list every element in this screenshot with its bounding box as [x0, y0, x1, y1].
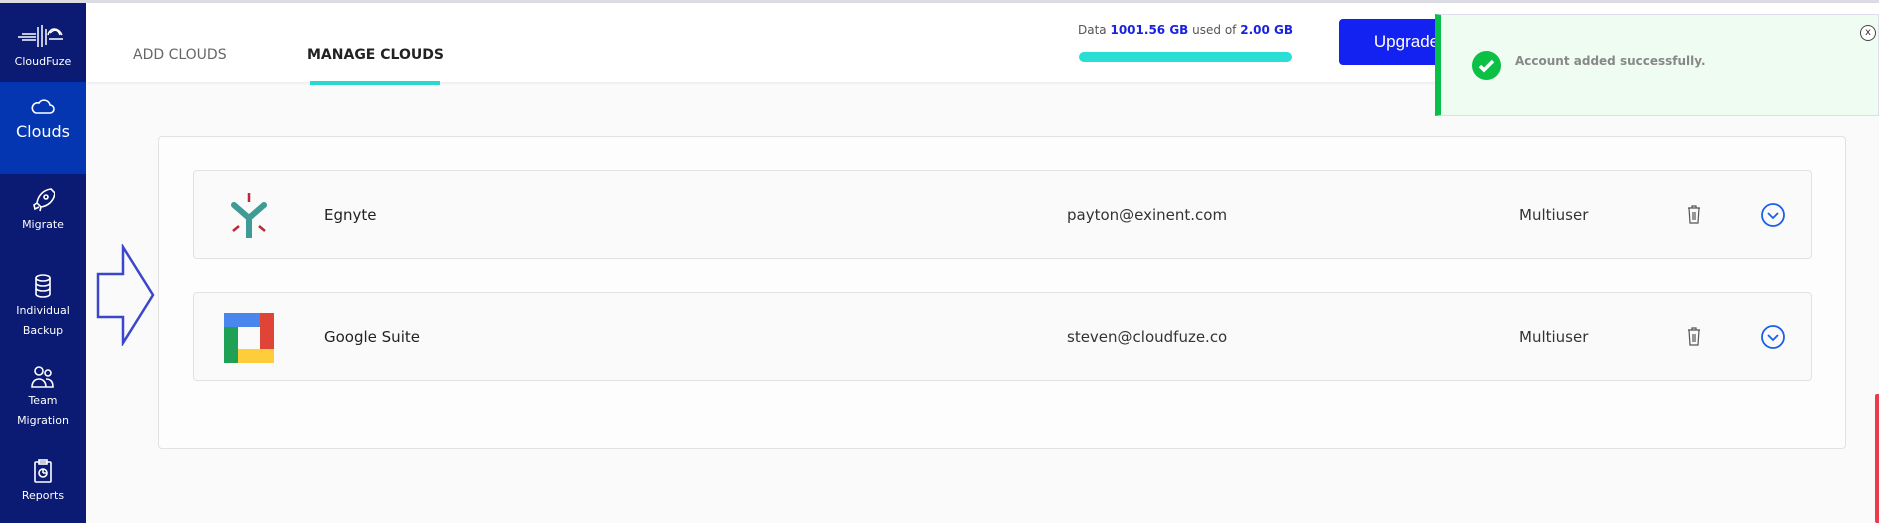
trash-icon[interactable] — [1686, 204, 1702, 224]
storage-usage: Data 1001.56 GB used of 2.00 GB — [1078, 23, 1294, 37]
upgrade-button[interactable]: Upgrade — [1339, 19, 1449, 65]
tab-add-clouds[interactable]: ADD CLOUDS — [133, 47, 227, 63]
tab-manage-clouds[interactable]: MANAGE CLOUDS — [307, 47, 444, 63]
google-suite-logo — [224, 313, 274, 363]
sidebar-item-label: Migration — [17, 414, 69, 427]
sidebar-item-label: Reports — [21, 489, 65, 502]
active-tab-indicator — [310, 81, 440, 85]
sidebar-item-individual-backup[interactable]: Individual Backup — [0, 273, 86, 341]
close-icon[interactable]: x — [1860, 25, 1876, 41]
total-amount: 2.00 GB — [1240, 23, 1294, 37]
feedback-tab[interactable] — [1875, 394, 1879, 523]
sidebar-item-label: Clouds — [15, 122, 71, 141]
cloud-email: payton@exinent.com — [1067, 206, 1228, 224]
trash-icon[interactable] — [1686, 326, 1702, 346]
cloudfuze-logo-icon — [18, 25, 63, 47]
cloud-row[interactable]: Egnyte payton@exinent.com Multiuser — [193, 170, 1812, 259]
users-icon — [31, 366, 54, 388]
chevron-down-circle-icon[interactable] — [1760, 202, 1786, 228]
sidebar-item-reports[interactable]: Reports — [0, 458, 86, 506]
sidebar-item-label: Migrate — [22, 218, 64, 231]
cloud-name: Egnyte — [324, 206, 377, 224]
sidebar-item-label: Individual — [16, 304, 70, 317]
storage-progress-bar — [1079, 52, 1292, 62]
brand-logo[interactable]: CloudFuze — [0, 3, 86, 82]
check-circle-icon — [1472, 51, 1501, 80]
cloud-type: Multiuser — [1519, 206, 1589, 224]
cloud-row[interactable]: Google Suite steven@cloudfuze.co Multius… — [193, 292, 1812, 381]
database-icon — [35, 274, 51, 298]
cloud-email: steven@cloudfuze.co — [1067, 328, 1228, 346]
sidebar-item-label: Team — [28, 394, 58, 407]
sidebar-item-clouds[interactable]: Clouds — [0, 82, 86, 174]
used-amount: 1001.56 GB — [1110, 23, 1189, 37]
sidebar-item-migrate[interactable]: Migrate — [0, 187, 86, 235]
egnyte-logo — [231, 193, 267, 238]
success-toast: Account added successfully. x — [1435, 14, 1879, 116]
arrow-right-icon — [96, 244, 155, 346]
brand-name: CloudFuze — [14, 55, 72, 68]
sidebar-item-label: Backup — [22, 324, 64, 337]
cloud-icon — [31, 99, 55, 114]
cloud-name: Google Suite — [324, 328, 420, 346]
sidebar-item-team-migration[interactable]: Team Migration — [0, 365, 86, 431]
toast-message: Account added successfully. — [1515, 54, 1706, 68]
rocket-icon — [33, 188, 55, 212]
cloud-list-panel: Egnyte payton@exinent.com Multiuser Goog… — [158, 136, 1846, 449]
clipboard-report-icon — [34, 459, 52, 483]
cloud-type: Multiuser — [1519, 328, 1589, 346]
sidebar: CloudFuze Clouds Migrate Individual Back… — [0, 3, 86, 523]
chevron-down-circle-icon[interactable] — [1760, 324, 1786, 350]
